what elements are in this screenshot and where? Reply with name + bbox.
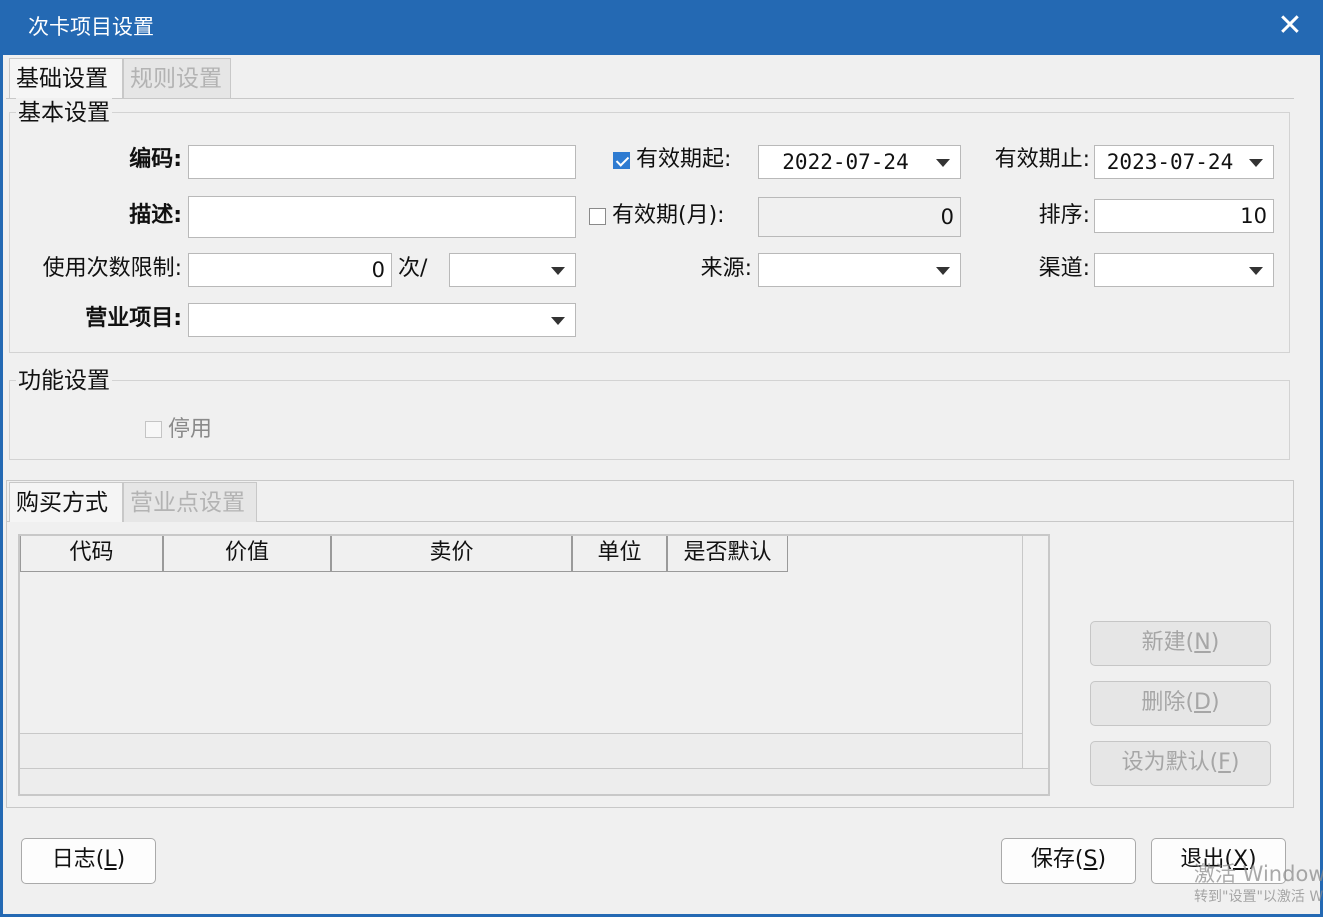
tab-basic-settings[interactable]: 基础设置 — [9, 58, 123, 98]
disable-label: 停用 — [168, 417, 213, 442]
valid-to-label: 有效期止: — [994, 147, 1090, 172]
basic-settings-title: 基本设置 — [16, 98, 112, 128]
column-header-price[interactable]: 卖价 — [331, 536, 572, 572]
valid-from-label: 有效期起: — [636, 147, 732, 172]
table-vertical-scrollbar[interactable] — [1022, 536, 1048, 768]
usage-limit-input[interactable]: 0 — [188, 253, 392, 287]
set-default-button[interactable]: 设为默认(F) — [1090, 741, 1271, 786]
description-label: 描述: — [129, 203, 182, 228]
sort-input[interactable]: 10 — [1094, 199, 1274, 233]
table-horizontal-scrollbar[interactable] — [20, 768, 1048, 794]
source-select[interactable] — [758, 253, 961, 287]
valid-months-label: 有效期(月): — [612, 203, 725, 228]
save-button[interactable]: 保存(S) — [1001, 838, 1136, 884]
valid-to-date-select[interactable]: 2023-07-24 — [1094, 145, 1274, 179]
chevron-down-icon — [936, 159, 950, 167]
business-item-select[interactable] — [188, 303, 576, 337]
close-button[interactable]: ✕ — [1268, 6, 1312, 46]
valid-months-input[interactable]: 0 — [758, 197, 961, 237]
tab-business-point-settings[interactable]: 营业点设置 — [123, 482, 257, 522]
channel-select[interactable] — [1094, 253, 1274, 287]
chevron-down-icon — [1249, 267, 1263, 275]
disable-checkbox[interactable] — [145, 421, 162, 438]
usage-unit-label: 次/ — [398, 256, 428, 281]
activation-watermark-title: 激活 Windows — [1194, 862, 1323, 886]
description-input[interactable] — [188, 196, 576, 238]
activation-watermark-subtitle: 转到"设置"以激活 W — [1194, 889, 1323, 905]
code-input[interactable] — [188, 145, 576, 179]
tab-purchase-method[interactable]: 购买方式 — [9, 482, 123, 522]
usage-limit-label: 使用次数限制: — [42, 256, 182, 281]
title-bar — [0, 0, 1323, 55]
valid-from-checkbox[interactable] — [613, 152, 630, 169]
source-label: 来源: — [700, 256, 752, 281]
chevron-down-icon — [551, 317, 565, 325]
channel-label: 渠道: — [1038, 256, 1090, 281]
column-header-unit[interactable]: 单位 — [572, 536, 667, 572]
valid-from-date-select[interactable]: 2022-07-24 — [758, 145, 961, 179]
sort-label: 排序: — [1038, 203, 1090, 228]
log-button[interactable]: 日志(L) — [21, 838, 156, 884]
delete-button[interactable]: 删除(D) — [1090, 681, 1271, 726]
function-settings-title: 功能设置 — [16, 366, 112, 396]
window-title: 次卡项目设置 — [28, 15, 154, 39]
table-summary-row — [20, 733, 1022, 768]
column-header-value[interactable]: 价值 — [163, 536, 331, 572]
column-header-is-default[interactable]: 是否默认 — [667, 536, 788, 572]
usage-period-select[interactable] — [449, 253, 576, 287]
new-button[interactable]: 新建(N) — [1090, 621, 1271, 666]
tab-rule-settings[interactable]: 规则设置 — [123, 58, 231, 98]
chevron-down-icon — [1249, 159, 1263, 167]
code-label: 编码: — [129, 147, 182, 172]
chevron-down-icon — [936, 267, 950, 275]
valid-months-checkbox[interactable] — [589, 208, 606, 225]
chevron-down-icon — [551, 267, 565, 275]
column-header-code[interactable]: 代码 — [20, 536, 163, 572]
business-item-label: 营业项目: — [85, 306, 182, 331]
close-icon: ✕ — [1277, 8, 1303, 43]
